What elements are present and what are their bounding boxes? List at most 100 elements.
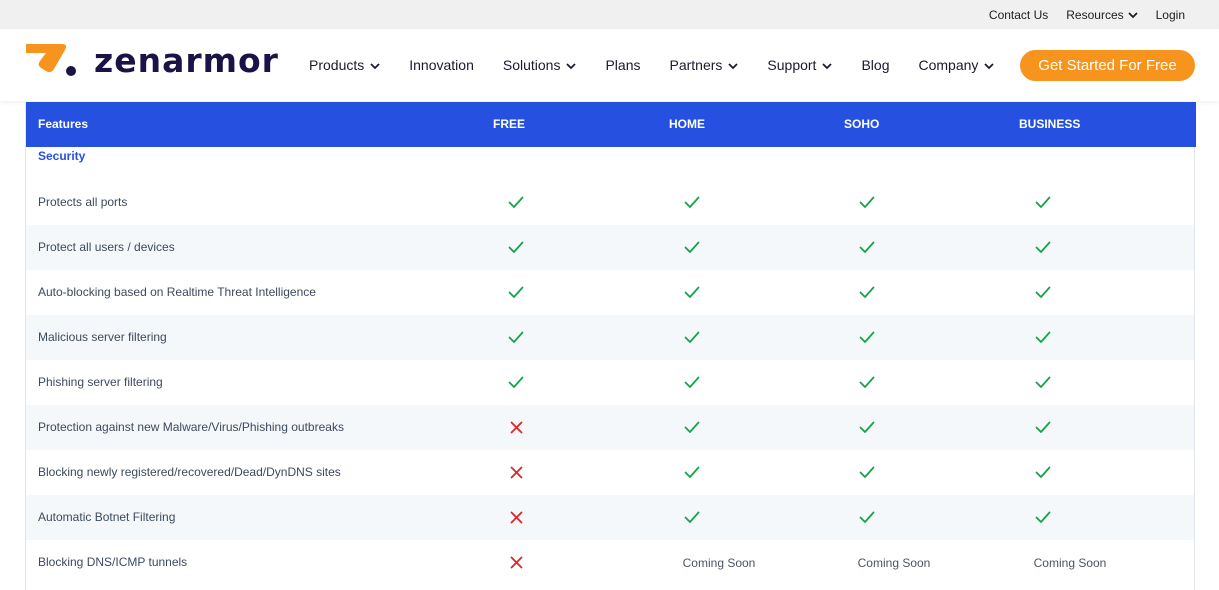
check-icon bbox=[787, 225, 947, 270]
check-icon bbox=[612, 360, 772, 405]
status-text: Coming Soon bbox=[682, 555, 756, 570]
nav-item-label: Solutions bbox=[502, 57, 561, 73]
contact-us-label: Contact Us bbox=[988, 7, 1049, 22]
nav-item-products[interactable]: Products bbox=[309, 57, 380, 73]
status-text: Coming Soon bbox=[1033, 555, 1107, 570]
feature-name: Blocking DNS/ICMP tunnels bbox=[38, 555, 188, 569]
feature-name: Protects all ports bbox=[38, 195, 128, 209]
check-icon bbox=[787, 450, 947, 495]
logo-mark-icon bbox=[24, 41, 76, 82]
feature-name: Protect all users / devices bbox=[38, 240, 175, 254]
nav-item-label: Products bbox=[309, 57, 365, 73]
check-icon bbox=[963, 180, 1123, 225]
status-text-cell: Coming Soon bbox=[814, 540, 974, 585]
check-icon bbox=[612, 180, 772, 225]
check-icon bbox=[787, 180, 947, 225]
table-row: Blocking newly registered/recovered/Dead… bbox=[26, 450, 1194, 495]
check-icon bbox=[612, 270, 772, 315]
check-icon bbox=[963, 495, 1123, 540]
plans-comparison-table: Features FREE HOME SOHO BUSINESS Securit… bbox=[25, 102, 1196, 590]
contact-us-link[interactable]: Contact Us bbox=[989, 8, 1048, 22]
check-icon bbox=[787, 405, 947, 450]
nav-item-label: Plans bbox=[605, 57, 641, 73]
check-icon bbox=[963, 405, 1123, 450]
login-label: Login bbox=[1155, 7, 1185, 22]
table-row: Protects all ports bbox=[26, 180, 1194, 225]
feature-name: Protection against new Malware/Virus/Phi… bbox=[38, 420, 344, 434]
chevron-down-icon bbox=[728, 57, 739, 73]
nav-item-partners[interactable]: Partners bbox=[669, 57, 739, 73]
column-header-home: HOME bbox=[669, 117, 705, 131]
table-row: Auto-blocking based on Realtime Threat I… bbox=[26, 270, 1194, 315]
check-icon bbox=[963, 315, 1123, 360]
check-icon bbox=[436, 270, 596, 315]
nav-item-blog[interactable]: Blog bbox=[861, 57, 889, 73]
column-header-soho: SOHO bbox=[844, 117, 880, 131]
check-icon bbox=[612, 225, 772, 270]
status-text-cell: Coming Soon bbox=[990, 540, 1150, 585]
primary-nav: Products Innovation Solutions Plans Part… bbox=[309, 29, 1023, 101]
resources-menu[interactable]: Resources bbox=[1066, 7, 1138, 22]
table-row: Phishing server filtering bbox=[26, 360, 1194, 405]
nav-item-label: Partners bbox=[669, 57, 723, 73]
main-header: zenarmor Products Innovation Solutions P… bbox=[0, 29, 1219, 101]
chevron-down-icon bbox=[566, 57, 577, 73]
resources-label: Resources bbox=[1066, 7, 1124, 22]
chevron-down-icon bbox=[370, 57, 380, 73]
nav-item-label: Company bbox=[918, 57, 979, 73]
cross-icon bbox=[436, 450, 596, 495]
feature-name: Malicious server filtering bbox=[38, 330, 167, 344]
table-row: Automatic Botnet Filtering bbox=[26, 495, 1194, 540]
table-row: Protection against new Malware/Virus/Phi… bbox=[26, 405, 1194, 450]
get-started-button[interactable]: Get Started For Free bbox=[1020, 50, 1195, 81]
table-row: Blocking DNS/ICMP tunnels Coming Soon Comi… bbox=[26, 540, 1194, 585]
section-title: Security bbox=[38, 149, 86, 163]
check-icon bbox=[963, 360, 1123, 405]
check-icon bbox=[963, 450, 1123, 495]
check-icon bbox=[963, 270, 1123, 315]
cross-icon bbox=[436, 540, 596, 585]
check-icon bbox=[963, 225, 1123, 270]
column-header-free: FREE bbox=[493, 117, 526, 131]
utility-links: Contact Us Resources Login bbox=[971, 0, 1185, 29]
table-row: Protect all users / devices bbox=[26, 225, 1194, 270]
chevron-down-icon bbox=[984, 57, 995, 73]
check-icon bbox=[612, 315, 772, 360]
nav-item-support[interactable]: Support bbox=[767, 57, 833, 73]
chevron-down-icon bbox=[1127, 8, 1138, 22]
table-row: Malicious server filtering bbox=[26, 315, 1194, 360]
nav-item-label: Support bbox=[767, 57, 817, 73]
check-icon bbox=[612, 405, 772, 450]
brand-name: zenarmor bbox=[94, 41, 279, 80]
check-icon bbox=[787, 495, 947, 540]
nav-item-solutions[interactable]: Solutions bbox=[503, 57, 577, 73]
check-icon bbox=[436, 360, 596, 405]
feature-name: Auto-blocking based on Realtime Threat I… bbox=[38, 285, 316, 299]
utility-bar: Contact Us Resources Login bbox=[0, 0, 1219, 29]
feature-name: Phishing server filtering bbox=[38, 375, 163, 389]
nav-item-company[interactable]: Company bbox=[918, 57, 995, 73]
feature-name: Automatic Botnet Filtering bbox=[38, 510, 176, 524]
check-icon bbox=[787, 360, 947, 405]
cross-icon bbox=[436, 405, 596, 450]
column-header-business: BUSINESS bbox=[1019, 117, 1081, 131]
feature-name: Blocking newly registered/recovered/Dead… bbox=[38, 465, 341, 479]
status-text-cell: Coming Soon bbox=[639, 540, 799, 585]
nav-item-label: Innovation bbox=[409, 57, 474, 73]
nav-item-innovation[interactable]: Innovation bbox=[409, 57, 474, 73]
login-link[interactable]: Login bbox=[1156, 8, 1185, 22]
column-header-features: Features bbox=[38, 117, 89, 131]
check-icon bbox=[612, 450, 772, 495]
status-text: Coming Soon bbox=[857, 555, 931, 570]
brand-logo[interactable]: zenarmor bbox=[24, 43, 279, 79]
check-icon bbox=[787, 270, 947, 315]
check-icon bbox=[436, 315, 596, 360]
nav-item-label: Blog bbox=[861, 57, 890, 73]
cross-icon bbox=[436, 495, 596, 540]
check-icon bbox=[787, 315, 947, 360]
check-icon bbox=[436, 180, 596, 225]
table-header: Features FREE HOME SOHO BUSINESS bbox=[26, 102, 1196, 147]
nav-item-plans[interactable]: Plans bbox=[605, 57, 640, 73]
chevron-down-icon bbox=[822, 57, 833, 73]
check-icon bbox=[436, 225, 596, 270]
